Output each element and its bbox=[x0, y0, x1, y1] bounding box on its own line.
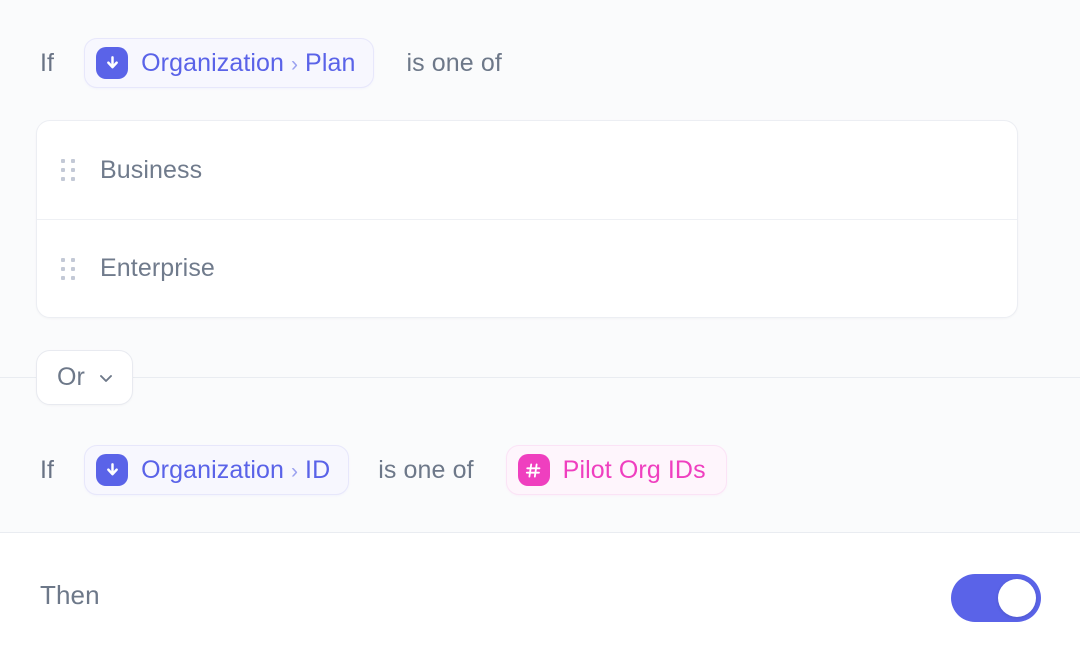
operator-label-1[interactable]: is one of bbox=[406, 51, 501, 76]
arrow-down-circle-icon bbox=[96, 454, 128, 486]
chevron-right-icon: › bbox=[291, 461, 298, 482]
list-item-label: Business bbox=[100, 158, 202, 183]
value-chip-label: Pilot Org IDs bbox=[563, 458, 706, 483]
list-item[interactable]: Enterprise bbox=[37, 219, 1017, 317]
divider-line bbox=[0, 377, 1080, 378]
rule-builder: If Organization › Plan is one of bbox=[0, 0, 1080, 660]
property-object-label: Organization bbox=[141, 458, 284, 483]
condition-row-2: If Organization › ID is one of bbox=[40, 445, 727, 495]
if-label: If bbox=[40, 458, 54, 483]
hash-icon bbox=[518, 454, 550, 486]
property-field-label: ID bbox=[305, 458, 330, 483]
then-label: Then bbox=[40, 582, 100, 608]
chevron-right-icon: › bbox=[291, 54, 298, 75]
condition-row-1: If Organization › Plan is one of bbox=[40, 38, 502, 88]
value-list: Business Enterprise bbox=[36, 120, 1018, 318]
operator-label-2[interactable]: is one of bbox=[378, 458, 473, 483]
toggle-knob bbox=[998, 579, 1036, 617]
list-item-label: Enterprise bbox=[100, 256, 215, 281]
property-field-label: Plan bbox=[305, 51, 355, 76]
join-operator-label: Or bbox=[57, 365, 85, 390]
if-label: If bbox=[40, 51, 54, 76]
then-section: Then bbox=[0, 534, 1080, 660]
property-chip-organization-id[interactable]: Organization › ID bbox=[84, 445, 349, 495]
list-item[interactable]: Business bbox=[37, 121, 1017, 219]
join-divider bbox=[0, 377, 1080, 378]
rule-enabled-toggle[interactable] bbox=[951, 574, 1041, 622]
property-object-label: Organization bbox=[141, 51, 284, 76]
conditions-section: If Organization › Plan is one of bbox=[0, 0, 1080, 533]
drag-handle-icon[interactable] bbox=[61, 258, 79, 280]
join-operator-dropdown[interactable]: Or bbox=[36, 350, 133, 405]
arrow-down-circle-icon bbox=[96, 47, 128, 79]
value-chip-pilot-org-ids[interactable]: Pilot Org IDs bbox=[506, 445, 727, 495]
property-chip-organization-plan[interactable]: Organization › Plan bbox=[84, 38, 374, 88]
chevron-down-icon bbox=[96, 368, 116, 388]
drag-handle-icon[interactable] bbox=[61, 159, 79, 181]
